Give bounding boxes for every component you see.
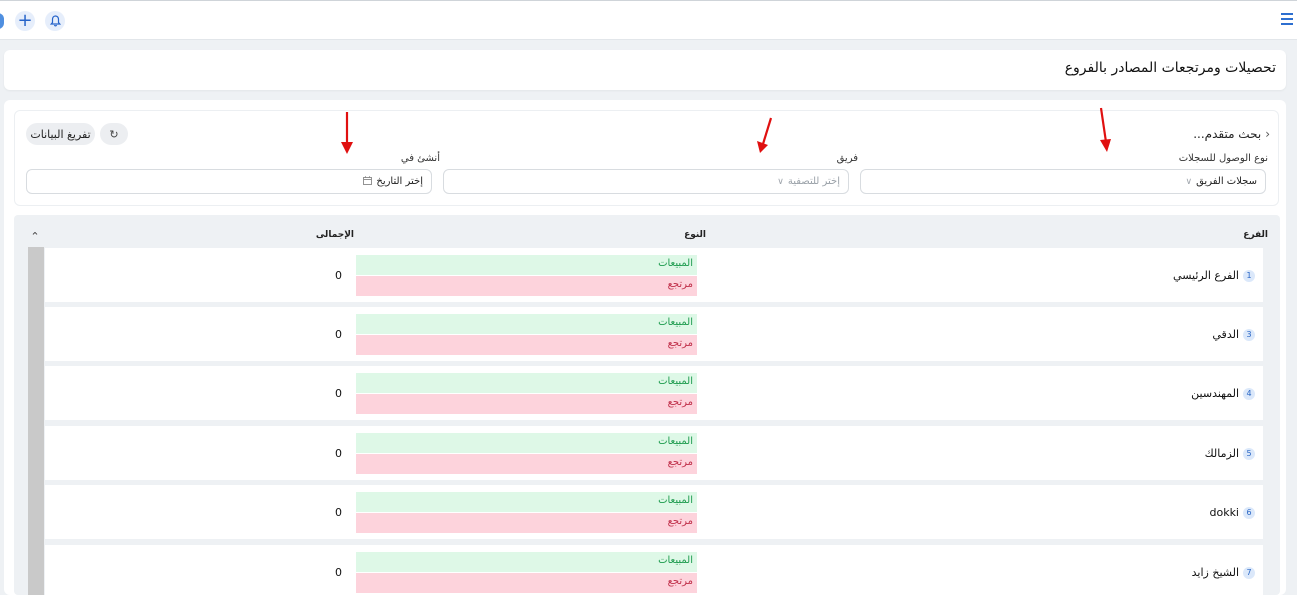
access-type-label: نوع الوصول للسجلات (1178, 153, 1268, 164)
title-card: تحصيلات ومرتجعات المصادر بالفروع (4, 50, 1286, 90)
branch-cell: 5 الزمالك (1205, 447, 1255, 460)
branch-cell: 6 dokki (1209, 506, 1255, 519)
type-sales: المبيعات (356, 314, 697, 334)
branch-cell: 1 الفرع الرئيسي (1173, 269, 1255, 282)
branch-name: الفرع الرئيسي (1173, 269, 1239, 282)
scrollbar[interactable] (28, 247, 44, 595)
sidebar-toggle-icon[interactable] (0, 13, 4, 29)
type-sales: المبيعات (356, 552, 697, 572)
header-total: الإجمالى (315, 230, 354, 240)
top-bar: + (0, 0, 1297, 40)
row-index: 3 (1243, 328, 1255, 341)
type-return: مرتجع (356, 454, 697, 474)
total-cell: 0 (335, 447, 342, 460)
export-button[interactable]: تفريغ البيانات (26, 123, 95, 145)
chevron-down-icon: ∨ (1185, 176, 1193, 187)
created-in-label: أنشئ في (400, 153, 440, 164)
type-return: مرتجع (356, 276, 697, 296)
row-index: 4 (1243, 387, 1255, 400)
branch-cell: 3 الدقي (1212, 328, 1255, 341)
team-select[interactable]: إختر للتصفية ∨ (443, 169, 849, 194)
refresh-button[interactable]: ↻ (100, 123, 128, 145)
page-title: تحصيلات ومرتجعات المصادر بالفروع (1064, 60, 1276, 76)
row-index: 6 (1243, 506, 1255, 519)
annotation-arrow-icon (757, 117, 773, 153)
calendar-icon (363, 175, 373, 188)
date-picker-input[interactable]: إختر التاريخ (26, 169, 432, 194)
type-return: مرتجع (356, 335, 697, 355)
row-index: 1 (1243, 269, 1255, 282)
annotation-arrow-icon (1099, 107, 1111, 152)
type-sales: المبيعات (356, 255, 697, 275)
total-cell: 0 (335, 328, 342, 341)
chevron-left-icon: ‹ (1265, 127, 1270, 141)
total-cell: 0 (335, 269, 342, 282)
type-return: مرتجع (356, 394, 697, 414)
team-placeholder: إختر للتصفية (787, 176, 840, 187)
type-sales: المبيعات (356, 433, 697, 453)
total-cell: 0 (335, 566, 342, 579)
table-row[interactable]: 3 الدقي المبيعات مرتجع 0 (45, 307, 1263, 361)
date-placeholder: إختر التاريخ (376, 176, 423, 187)
branches-table: ⌃ الفرع النوع الإجمالى 1 الفرع الرئيسي ال… (14, 215, 1280, 595)
table-row[interactable]: 1 الفرع الرئيسي المبيعات مرتجع 0 (45, 248, 1263, 302)
table-row[interactable]: 7 الشيخ زايد المبيعات مرتجع 0 (45, 545, 1263, 595)
chevron-down-icon: ∨ (777, 176, 784, 187)
branch-name: الزمالك (1204, 447, 1239, 460)
branch-name: الشيخ زايد (1191, 566, 1239, 579)
header-branch: الفرع (1243, 230, 1268, 240)
type-sales: المبيعات (356, 373, 697, 393)
total-cell: 0 (335, 387, 342, 400)
branch-cell: 4 المهندسين (1191, 387, 1255, 400)
row-index: 5 (1243, 447, 1255, 460)
bell-icon[interactable] (45, 11, 65, 31)
header-type: النوع (684, 230, 706, 240)
advanced-search-label: بحث متقدم... (1193, 127, 1262, 141)
branch-cell: 7 الشيخ زايد (1192, 566, 1255, 579)
table-row[interactable]: 5 الزمالك المبيعات مرتجع 0 (45, 426, 1263, 480)
access-type-value: سجلات الفريق (1196, 176, 1257, 187)
access-type-select[interactable]: سجلات الفريق ∨ (860, 169, 1266, 194)
total-cell: 0 (335, 506, 342, 519)
type-return: مرتجع (356, 573, 697, 593)
refresh-icon: ↻ (109, 127, 119, 141)
hamburger-menu-icon[interactable] (1281, 13, 1293, 25)
advanced-search-toggle[interactable]: ‹ بحث متقدم... (1193, 127, 1270, 141)
type-sales: المبيعات (356, 492, 697, 512)
annotation-arrow-icon (341, 112, 353, 154)
team-label: فريق (836, 153, 858, 164)
main-card: ‹ بحث متقدم... تفريغ البيانات ↻ نوع الوص… (4, 100, 1286, 595)
chevron-up-icon[interactable]: ⌃ (26, 229, 44, 243)
plus-icon[interactable]: + (15, 11, 35, 31)
filter-panel: ‹ بحث متقدم... تفريغ البيانات ↻ نوع الوص… (14, 110, 1279, 206)
branch-name: الدقي (1212, 328, 1239, 341)
branch-name: المهندسين (1191, 387, 1239, 400)
type-return: مرتجع (356, 513, 697, 533)
table-row[interactable]: 6 dokki المبيعات مرتجع 0 (45, 485, 1263, 539)
branch-name: dokki (1209, 506, 1239, 519)
row-index: 7 (1243, 566, 1255, 579)
table-row[interactable]: 4 المهندسين المبيعات مرتجع 0 (45, 366, 1263, 420)
